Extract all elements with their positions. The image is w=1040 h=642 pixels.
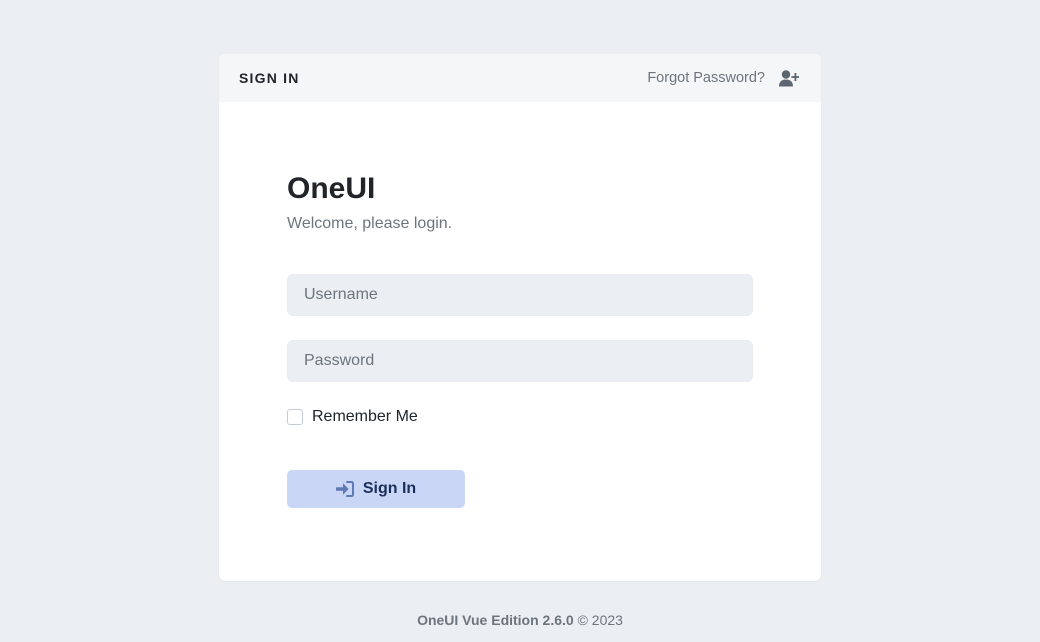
footer: OneUI Vue Edition 2.6.0 © 2023: [0, 612, 1040, 628]
sign-in-icon: [335, 481, 354, 497]
page-title: OneUI: [287, 172, 376, 205]
card-header: SIGN IN Forgot Password?: [219, 54, 821, 102]
add-user-button[interactable]: [777, 66, 801, 90]
sign-in-button-label: Sign In: [362, 480, 417, 497]
footer-copyright: © 2023: [577, 612, 623, 628]
user-plus-icon: [779, 69, 799, 86]
sign-in-button[interactable]: Sign In: [287, 470, 465, 508]
username-input[interactable]: [287, 274, 753, 316]
header-actions: Forgot Password?: [647, 66, 801, 90]
remember-me-checkbox[interactable]: [287, 409, 303, 425]
remember-me-toggle[interactable]: Remember Me: [287, 408, 418, 426]
forgot-password-link[interactable]: Forgot Password?: [647, 70, 765, 86]
page-subtitle: Welcome, please login.: [287, 215, 453, 232]
sign-in-card: SIGN IN Forgot Password? OneUI Welcome, …: [219, 54, 821, 581]
password-input[interactable]: [287, 340, 753, 382]
footer-product[interactable]: OneUI Vue Edition 2.6.0: [417, 612, 574, 628]
remember-me-label: Remember Me: [312, 408, 418, 425]
card-title: SIGN IN: [239, 70, 300, 86]
